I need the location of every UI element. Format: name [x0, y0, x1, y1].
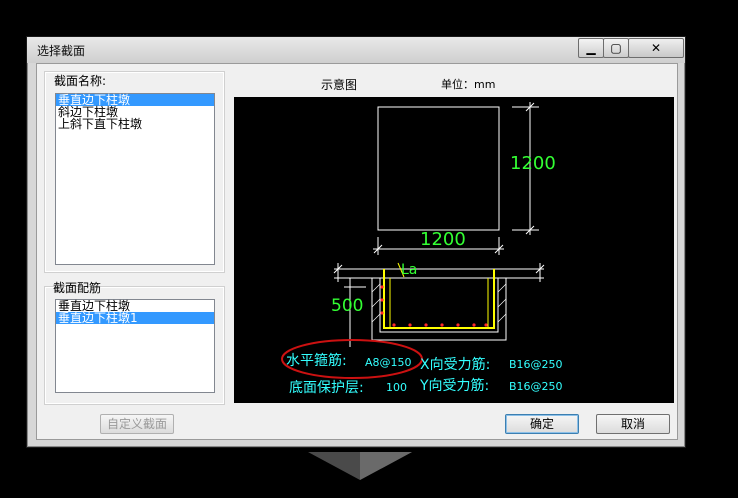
background-shape-highlight: [360, 452, 412, 480]
horizontal-stirrup-label: 水平箍筋:: [286, 353, 347, 369]
bottom-cover-label: 底面保护层:: [289, 380, 364, 396]
maximize-icon: ▢: [610, 41, 622, 55]
la-label: La: [401, 262, 418, 278]
cancel-button[interactable]: 取消: [596, 414, 670, 434]
minimize-button[interactable]: ▁: [578, 38, 604, 58]
preview-label: 示意图: [321, 78, 358, 92]
bottom-cover-value: 100: [386, 381, 407, 394]
minimize-icon: ▁: [586, 41, 596, 55]
width-dimension: 1200: [420, 229, 466, 250]
section-names-list[interactable]: 垂直边下柱墩 斜边下柱墩 上斜下直下柱墩: [55, 93, 215, 265]
plan-outline: [377, 106, 500, 231]
list-item[interactable]: 上斜下直下柱墩: [56, 118, 214, 130]
close-button[interactable]: ✕: [628, 38, 684, 58]
x-rebar-value: B16@250: [509, 358, 563, 371]
ok-button[interactable]: 确定: [505, 414, 579, 434]
section-rebar-label: 截面配筋: [53, 281, 102, 295]
y-rebar-value: B16@250: [509, 380, 563, 393]
unit-label: 单位：mm: [441, 78, 496, 91]
title-bar[interactable]: 选择截面 ▁ ▢ ✕: [27, 37, 685, 63]
height-dimension: 1200: [510, 153, 556, 174]
depth-dimension: 500: [331, 296, 364, 316]
section-preview-canvas: 1200 1200 La 500 水平箍筋: A8@150 X向受力筋: B16…: [234, 97, 674, 403]
custom-section-button[interactable]: 自定义截面: [100, 414, 174, 434]
section-names-label: 截面名称:: [54, 74, 107, 88]
close-icon: ✕: [650, 41, 662, 55]
list-item[interactable]: 垂直边下柱墩1: [56, 312, 214, 324]
x-rebar-label: X向受力筋:: [420, 357, 491, 373]
y-rebar-label: Y向受力筋:: [420, 378, 490, 394]
maximize-button[interactable]: ▢: [603, 38, 629, 58]
section-rebar-list[interactable]: 垂直边下柱墩 垂直边下柱墩1: [55, 299, 215, 393]
window-title: 选择截面: [37, 44, 86, 58]
horizontal-stirrup-value: A8@150: [365, 356, 412, 369]
